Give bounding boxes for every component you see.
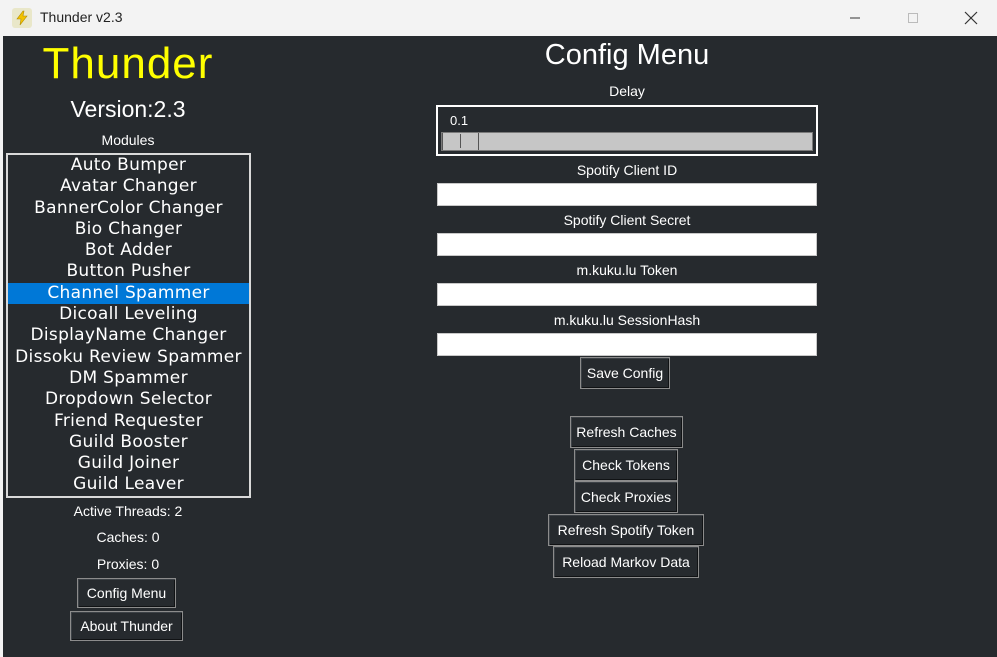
- save-config-button[interactable]: Save Config: [580, 357, 670, 389]
- reload-markov-data-button[interactable]: Reload Markov Data: [553, 546, 699, 578]
- active-threads-label: Active Threads: 2: [73, 503, 183, 519]
- about-thunder-button[interactable]: About Thunder: [70, 611, 183, 641]
- kuku-token-field[interactable]: [437, 283, 817, 306]
- list-item[interactable]: Dissoku Review Spammer: [8, 347, 249, 368]
- close-button[interactable]: [942, 0, 997, 36]
- thunder-app-icon: [12, 8, 32, 28]
- main-window: Thunder Version:2.3 Modules Auto Bumper …: [3, 36, 997, 657]
- kuku-sessionhash-field[interactable]: [437, 333, 817, 356]
- maximize-button[interactable]: [884, 0, 942, 36]
- modules-label: Modules: [101, 132, 155, 148]
- kuku-token-label: m.kuku.lu Token: [576, 262, 678, 278]
- spotify-client-id-label: Spotify Client ID: [576, 162, 678, 178]
- spotify-client-id-field[interactable]: [437, 183, 817, 206]
- close-icon: [964, 11, 978, 25]
- list-item-selected[interactable]: Channel Spammer: [8, 282, 249, 305]
- list-item[interactable]: Friend Requester: [8, 411, 249, 432]
- list-item[interactable]: Bot Adder: [8, 240, 249, 261]
- version-label: Version:2.3: [70, 96, 186, 122]
- list-item[interactable]: BannerColor Changer: [8, 198, 249, 219]
- caches-label: Caches: 0: [96, 529, 160, 545]
- delay-label: Delay: [609, 83, 645, 99]
- check-proxies-button[interactable]: Check Proxies: [574, 481, 678, 513]
- refresh-caches-button[interactable]: Refresh Caches: [570, 416, 683, 448]
- list-item[interactable]: Dicoall Leveling: [8, 304, 249, 325]
- delay-value: 0.1: [450, 113, 469, 128]
- list-item[interactable]: DM Spammer: [8, 368, 249, 389]
- config-menu-button[interactable]: Config Menu: [77, 578, 176, 608]
- slider-trough[interactable]: [441, 132, 813, 151]
- list-item[interactable]: Bio Changer: [8, 219, 249, 240]
- spotify-client-secret-field[interactable]: [437, 233, 817, 256]
- refresh-spotify-token-button[interactable]: Refresh Spotify Token: [548, 514, 704, 546]
- delay-slider[interactable]: 0.1: [436, 105, 818, 156]
- minimize-button[interactable]: [826, 0, 884, 36]
- config-title: Config Menu: [544, 39, 710, 71]
- brand-title: Thunder: [42, 39, 214, 88]
- slider-thumb[interactable]: [442, 133, 479, 150]
- list-item[interactable]: Auto Bumper: [8, 155, 249, 176]
- minimize-icon: [850, 17, 860, 19]
- check-tokens-button[interactable]: Check Tokens: [574, 449, 678, 481]
- list-item[interactable]: Guild Joiner: [8, 453, 249, 474]
- kuku-sessionhash-label: m.kuku.lu SessionHash: [553, 312, 701, 328]
- list-item[interactable]: Guild Booster: [8, 432, 249, 453]
- maximize-icon: [908, 13, 918, 23]
- spotify-client-secret-label: Spotify Client Secret: [563, 212, 691, 228]
- modules-listbox[interactable]: Auto Bumper Avatar Changer BannerColor C…: [6, 153, 251, 498]
- proxies-label: Proxies: 0: [96, 556, 160, 572]
- list-item[interactable]: Button Pusher: [8, 261, 249, 282]
- title-bar: Thunder v2.3: [0, 0, 997, 36]
- list-item[interactable]: Guild Leaver: [8, 474, 249, 495]
- list-item[interactable]: Dropdown Selector: [8, 389, 249, 410]
- window-title: Thunder v2.3: [40, 9, 123, 25]
- list-item[interactable]: DisplayName Changer: [8, 325, 249, 346]
- list-item[interactable]: Avatar Changer: [8, 176, 249, 197]
